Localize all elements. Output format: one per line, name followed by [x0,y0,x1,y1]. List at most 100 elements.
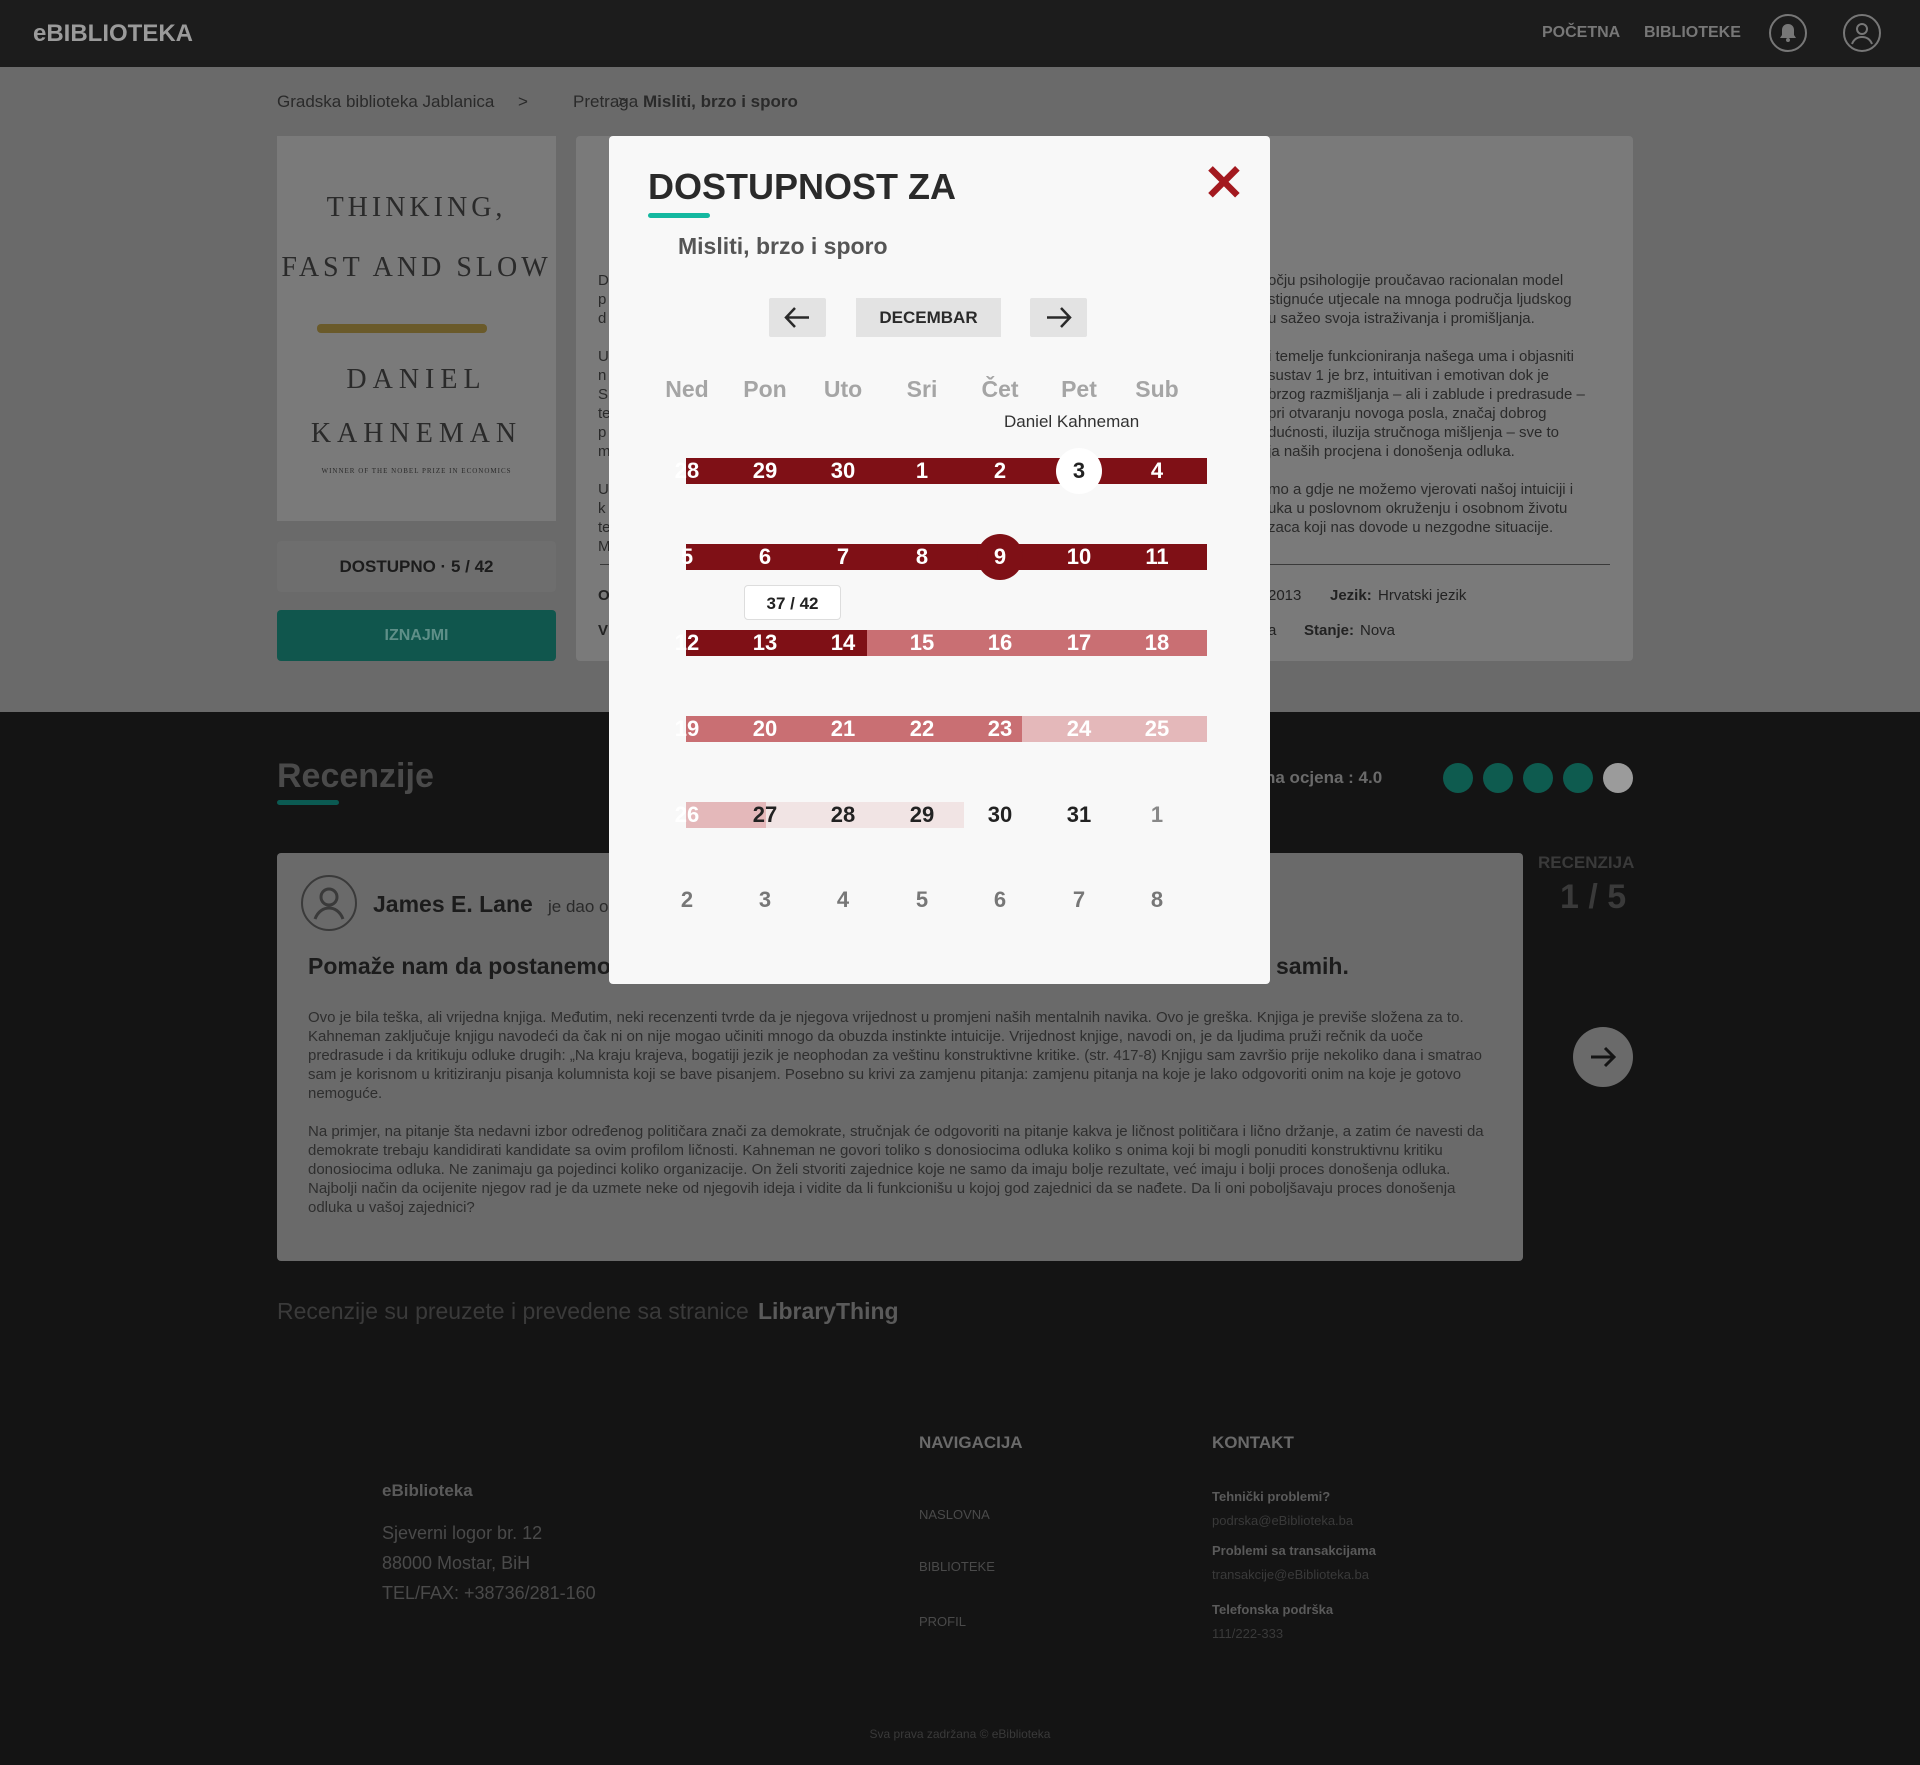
calendar-day[interactable]: 23 [970,715,1030,743]
top-navbar: eBIBLIOTEKA POČETNA BIBLIOTEKE [0,0,1920,67]
breadcrumb-library[interactable]: Gradska biblioteka Jablanica [277,92,494,112]
footer-contact-2-label: Problemi sa transakcijama [1212,1543,1377,1558]
calendar-day[interactable]: 18 [1127,629,1187,657]
calendar-day[interactable]: 7 [813,543,873,571]
description-right-line: i temelje funkcioniranja našega uma i ob… [1268,348,1575,365]
breadcrumb-separator-icon: > [518,92,528,111]
calendar-day[interactable]: 9 [970,543,1030,571]
footer-contact-2-value[interactable]: transakcije@eBiblioteka.ba [1212,1567,1369,1582]
calendar-day[interactable]: 10 [1049,543,1109,571]
review-body-p2: Na primjer, na pitanje šta nedavni izbor… [308,1123,1484,1216]
footer-nav-libraries[interactable]: BIBLIOTEKE [919,1559,995,1574]
description-left-fragment: p [598,291,607,308]
next-month-button[interactable] [1030,298,1087,337]
calendar-day[interactable]: 30 [813,457,873,485]
calendar-day[interactable]: 16 [970,629,1030,657]
bell-icon [1780,24,1796,42]
calendar-day[interactable]: 29 [735,457,795,485]
description-left-fragment: D [598,272,609,289]
meta-state-value: Nova [1360,622,1396,639]
user-icon [1851,23,1873,45]
reviews-source-link[interactable]: LibraryThing [758,1298,899,1325]
footer-address-1: Sjeverni logor br. 12 [382,1523,543,1543]
description-right-line: očju psihologije proučavao racionalan mo… [1268,272,1564,289]
footer-contact-title: KONTAKT [1212,1433,1294,1452]
footer-nav-profile[interactable]: PROFIL [919,1614,966,1629]
user-icon [313,887,345,920]
next-review-button[interactable] [1573,1027,1633,1087]
weekday-header: Sub [1135,376,1179,402]
calendar-day[interactable]: 28 [657,457,717,485]
review-body-p1: Ovo je bila teška, ali vrijedna knjiga. … [308,1009,1482,1102]
calendar-day[interactable]: 14 [813,629,873,657]
calendar-day[interactable]: 6 [735,543,795,571]
calendar-day[interactable]: 17 [1049,629,1109,657]
footer-contact-1-value[interactable]: podrska@eBiblioteka.ba [1212,1513,1353,1528]
calendar-day[interactable]: 4 [813,886,873,914]
calendar-day[interactable]: 13 [735,629,795,657]
rating-dot [1523,763,1553,793]
calendar-day[interactable]: 5 [892,886,952,914]
calendar-day[interactable]: 15 [892,629,952,657]
calendar-day[interactable]: 3 [735,886,795,914]
cover-author-2: KAHNEMAN [310,418,523,449]
calendar-day[interactable]: 21 [813,715,873,743]
availability-modal: DOSTUPNOST ZA Misliti, brzo i sporo ✕ DE… [609,136,1270,984]
nav-home-link[interactable]: POČETNA [1542,24,1620,42]
nav-libraries-link[interactable]: BIBLIOTEKE [1644,24,1741,42]
reviewer-avatar [301,875,357,931]
footer-phone: TEL/FAX: +38736/281-160 [382,1583,596,1603]
meta-language-label: Jezik: [1330,587,1372,604]
availability-badge[interactable]: DOSTUPNO · 5 / 42 [277,541,556,592]
pencil-image [317,324,487,333]
calendar-day[interactable]: 2 [657,886,717,914]
rent-button[interactable]: IZNAJMI [277,610,556,661]
calendar-day[interactable]: 3 [1049,457,1109,485]
close-icon[interactable]: ✕ [1203,158,1245,208]
weekday-header: Čet [981,376,1019,402]
weekday-header: Uto [823,376,863,402]
calendar-day[interactable]: 19 [657,715,717,743]
calendar-day[interactable]: 31 [1049,801,1109,829]
calendar-day[interactable]: 20 [735,715,795,743]
calendar-day[interactable]: 1 [1127,801,1187,829]
calendar-day[interactable]: 26 [657,801,717,829]
profile-button[interactable] [1843,14,1881,52]
footer-nav-home[interactable]: NASLOVNA [919,1507,990,1522]
prev-month-button[interactable] [769,298,826,337]
calendar-day[interactable]: 28 [813,801,873,829]
breadcrumb-search[interactable]: Pretraga [573,92,638,112]
description-right-line: ja naših procjena i donošenja odluka. [1268,443,1515,460]
notifications-button[interactable] [1769,14,1807,52]
calendar-day[interactable]: 4 [1127,457,1187,485]
meta-left-1: O [598,587,610,604]
footer-address-2: 88000 Mostar, BiH [382,1553,531,1573]
footer-contact-1-label: Tehnički problemi? [1212,1489,1331,1504]
arrow-right-icon [1047,307,1072,328]
description-left-fragment: S [598,386,609,403]
weekday-header: Ned [665,376,709,402]
calendar-day[interactable]: 22 [892,715,952,743]
availability-count-tooltip: 37 / 42 [744,585,841,620]
calendar-day[interactable]: 8 [892,543,952,571]
calendar-day[interactable]: 29 [892,801,952,829]
calendar-day[interactable]: 2 [970,457,1030,485]
calendar-day[interactable]: 1 [892,457,952,485]
calendar-day[interactable]: 11 [1127,543,1187,571]
calendar-day[interactable]: 12 [657,629,717,657]
description-right-line: dućnosti, iluzija stručnoga mišljenja – … [1268,424,1559,441]
calendar-day[interactable]: 5 [657,543,717,571]
calendar-day[interactable]: 8 [1127,886,1187,914]
weekday-header: Pon [743,376,787,402]
calendar-day[interactable]: 30 [970,801,1030,829]
rating-dot [1603,763,1633,793]
breadcrumb-separator-icon: > [618,92,628,111]
description-left-fragment: p [598,424,607,441]
calendar-day[interactable]: 27 [735,801,795,829]
calendar-day[interactable]: 24 [1049,715,1109,743]
calendar-day[interactable]: 7 [1049,886,1109,914]
app-logo[interactable]: eBIBLIOTEKA [33,20,193,48]
calendar-day[interactable]: 6 [970,886,1030,914]
reviews-title-underline [277,800,339,805]
calendar-day[interactable]: 25 [1127,715,1187,743]
